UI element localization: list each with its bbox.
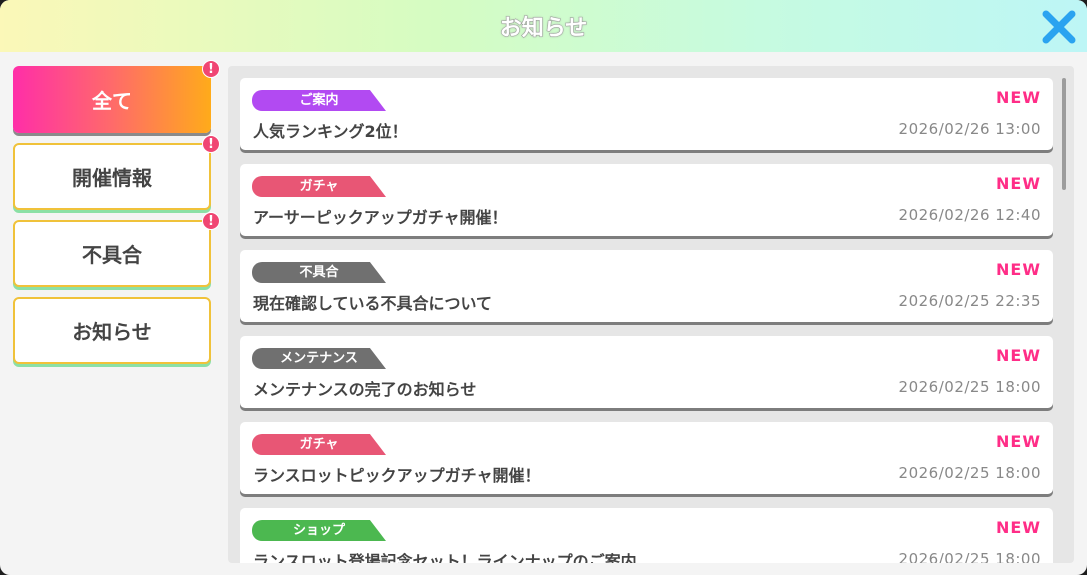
- new-badge: NEW: [996, 518, 1041, 537]
- alert-badge: !: [202, 135, 220, 153]
- notice-dialog: お知らせ 全て ! 開催情報 ! 不具合 ! お知らせ ご案内 NEW 人気ラン…: [0, 0, 1087, 575]
- news-title: ランスロットピックアップガチャ開催！: [253, 466, 541, 485]
- category-all-button[interactable]: 全て: [13, 66, 211, 133]
- news-date: 2026/02/25 18:00: [898, 550, 1041, 563]
- news-title: ランスロット登場記念セット！ラインナップのご案内: [253, 552, 637, 563]
- new-badge: NEW: [996, 88, 1041, 107]
- news-item[interactable]: ショップ NEW ランスロット登場記念セット！ラインナップのご案内 2026/0…: [240, 508, 1053, 563]
- news-item[interactable]: ガチャ NEW ランスロットピックアップガチャ開催！ 2026/02/25 18…: [240, 422, 1053, 494]
- category-all-label: 全て: [92, 89, 132, 113]
- news-date: 2026/02/26 12:40: [898, 206, 1041, 224]
- news-title: メンテナンスの完了のお知らせ: [253, 380, 477, 399]
- category-tag: ショップ: [252, 520, 386, 541]
- category-bug-label: 不具合: [82, 243, 142, 267]
- title-bar: お知らせ: [0, 0, 1087, 52]
- category-tag: メンテナンス: [252, 348, 386, 369]
- news-list[interactable]: ご案内 NEW 人気ランキング2位！ 2026/02/26 13:00 ガチャ …: [228, 66, 1074, 563]
- category-event-button[interactable]: 開催情報: [13, 143, 211, 210]
- category-notice-button[interactable]: お知らせ: [13, 297, 211, 364]
- new-badge: NEW: [996, 174, 1041, 193]
- category-tag: ガチャ: [252, 434, 386, 455]
- dialog-title: お知らせ: [499, 16, 588, 42]
- news-date: 2026/02/25 18:00: [898, 464, 1041, 482]
- alert-badge: !: [202, 212, 220, 230]
- category-tag: ガチャ: [252, 176, 386, 197]
- scrollbar-thumb[interactable]: [1062, 78, 1066, 190]
- close-icon: [1042, 10, 1076, 44]
- new-badge: NEW: [996, 346, 1041, 365]
- news-item[interactable]: 不具合 NEW 現在確認している不具合について 2026/02/25 22:35: [240, 250, 1053, 322]
- category-tag: ご案内: [252, 90, 386, 111]
- new-badge: NEW: [996, 260, 1041, 279]
- news-title: 現在確認している不具合について: [253, 294, 493, 313]
- alert-badge: !: [202, 60, 220, 78]
- new-badge: NEW: [996, 432, 1041, 451]
- news-item[interactable]: ご案内 NEW 人気ランキング2位！ 2026/02/26 13:00: [240, 78, 1053, 150]
- news-item[interactable]: ガチャ NEW アーサーピックアップガチャ開催！ 2026/02/26 12:4…: [240, 164, 1053, 236]
- news-date: 2026/02/26 13:00: [898, 120, 1041, 138]
- news-date: 2026/02/25 22:35: [898, 292, 1041, 310]
- news-title: アーサーピックアップガチャ開催！: [253, 208, 508, 227]
- news-date: 2026/02/25 18:00: [898, 378, 1041, 396]
- category-tag: 不具合: [252, 262, 386, 283]
- category-event-label: 開催情報: [72, 166, 152, 190]
- news-item[interactable]: メンテナンス NEW メンテナンスの完了のお知らせ 2026/02/25 18:…: [240, 336, 1053, 408]
- category-notice-label: お知らせ: [72, 320, 152, 344]
- close-button[interactable]: [1040, 8, 1078, 46]
- news-title: 人気ランキング2位！: [253, 122, 408, 141]
- category-bug-button[interactable]: 不具合: [13, 220, 211, 287]
